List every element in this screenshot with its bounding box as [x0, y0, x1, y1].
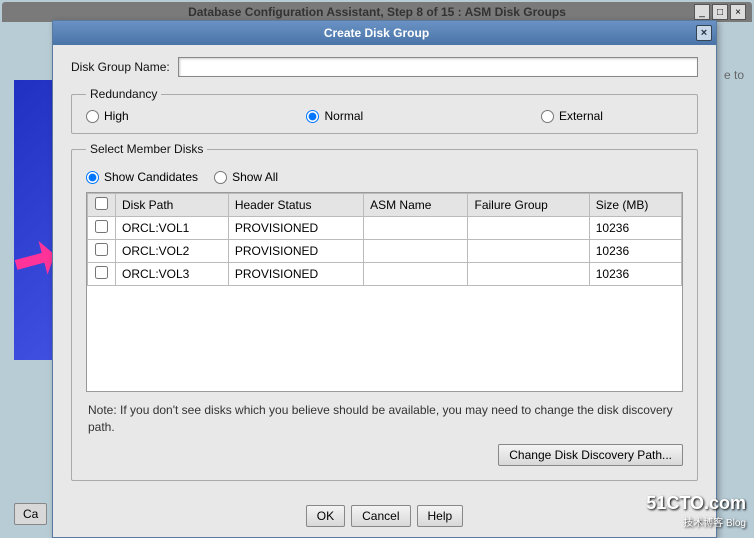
disk-group-name-input[interactable]: [178, 57, 698, 77]
cell-failure-group: [468, 263, 589, 286]
redundancy-external-radio[interactable]: [541, 110, 554, 123]
select-all-checkbox[interactable]: [95, 197, 108, 210]
row-checkbox[interactable]: [95, 243, 108, 256]
maximize-button[interactable]: □: [712, 4, 728, 20]
table-row[interactable]: ORCL:VOL1PROVISIONED 10236: [88, 217, 682, 240]
cell-asm-name: [364, 217, 468, 240]
redundancy-high-label: High: [104, 109, 129, 123]
show-candidates-radio[interactable]: [86, 171, 99, 184]
col-failure-group[interactable]: Failure Group: [468, 194, 589, 217]
col-size[interactable]: Size (MB): [589, 194, 681, 217]
redundancy-fieldset: Redundancy High Normal External: [71, 87, 698, 134]
change-disk-discovery-path-button[interactable]: Change Disk Discovery Path...: [498, 444, 683, 466]
discovery-note: Note: If you don't see disks which you b…: [88, 402, 681, 436]
cell-header-status: PROVISIONED: [228, 240, 363, 263]
cell-header-status: PROVISIONED: [228, 217, 363, 240]
dialog-action-row: OK Cancel Help: [53, 499, 716, 537]
cell-asm-name: [364, 263, 468, 286]
table-row[interactable]: ORCL:VOL3PROVISIONED 10236: [88, 263, 682, 286]
redundancy-normal-label: Normal: [324, 109, 363, 123]
redundancy-high-radio[interactable]: [86, 110, 99, 123]
parent-window-controls: _ □ ×: [694, 4, 746, 20]
redundancy-external-label: External: [559, 109, 603, 123]
ok-button[interactable]: OK: [306, 505, 345, 527]
disks-table: Disk Path Header Status ASM Name Failure…: [87, 193, 682, 286]
cell-size: 10236: [589, 217, 681, 240]
cell-disk-path: ORCL:VOL2: [116, 240, 229, 263]
redundancy-legend: Redundancy: [86, 87, 161, 101]
redundancy-normal-option[interactable]: Normal: [306, 109, 363, 123]
truncated-button[interactable]: Ca: [14, 503, 47, 525]
cell-failure-group: [468, 217, 589, 240]
watermark-line1: 51CTO.com: [646, 493, 746, 514]
col-header-status[interactable]: Header Status: [228, 194, 363, 217]
create-disk-group-dialog: Create Disk Group × Disk Group Name: Red…: [52, 20, 717, 538]
row-checkbox[interactable]: [95, 220, 108, 233]
col-disk-path[interactable]: Disk Path: [116, 194, 229, 217]
select-member-disks-legend: Select Member Disks: [86, 142, 207, 156]
dialog-titlebar[interactable]: Create Disk Group ×: [53, 21, 716, 45]
show-candidates-option[interactable]: Show Candidates: [86, 170, 198, 184]
show-all-option[interactable]: Show All: [214, 170, 278, 184]
disks-table-container[interactable]: Disk Path Header Status ASM Name Failure…: [86, 192, 683, 392]
select-member-disks-fieldset: Select Member Disks Show Candidates Show…: [71, 142, 698, 481]
show-candidates-label: Show Candidates: [104, 170, 198, 184]
watermark-line2: 技术博客 Blog: [646, 514, 746, 529]
minimize-button[interactable]: _: [694, 4, 710, 20]
select-all-header: [88, 194, 116, 217]
truncated-text: e to: [724, 68, 744, 82]
table-row[interactable]: ORCL:VOL2PROVISIONED 10236: [88, 240, 682, 263]
cell-asm-name: [364, 240, 468, 263]
dialog-title: Create Disk Group: [57, 26, 696, 40]
watermark: 51CTO.com 技术博客 Blog: [646, 493, 746, 529]
table-header-row: Disk Path Header Status ASM Name Failure…: [88, 194, 682, 217]
cancel-button[interactable]: Cancel: [351, 505, 410, 527]
redundancy-normal-radio[interactable]: [306, 110, 319, 123]
cell-header-status: PROVISIONED: [228, 263, 363, 286]
dialog-close-button[interactable]: ×: [696, 25, 712, 41]
cell-disk-path: ORCL:VOL3: [116, 263, 229, 286]
cell-disk-path: ORCL:VOL1: [116, 217, 229, 240]
redundancy-external-option[interactable]: External: [541, 109, 603, 123]
row-checkbox[interactable]: [95, 266, 108, 279]
help-button[interactable]: Help: [417, 505, 464, 527]
cell-size: 10236: [589, 263, 681, 286]
wizard-sidebar-graphic: [14, 80, 54, 360]
parent-window-title: Database Configuration Assistant, Step 8…: [10, 5, 744, 19]
disk-group-name-label: Disk Group Name:: [71, 60, 170, 74]
parent-window-titlebar: Database Configuration Assistant, Step 8…: [2, 2, 752, 22]
show-all-radio[interactable]: [214, 171, 227, 184]
redundancy-high-option[interactable]: High: [86, 109, 129, 123]
show-all-label: Show All: [232, 170, 278, 184]
cell-failure-group: [468, 240, 589, 263]
col-asm-name[interactable]: ASM Name: [364, 194, 468, 217]
close-button[interactable]: ×: [730, 4, 746, 20]
cell-size: 10236: [589, 240, 681, 263]
